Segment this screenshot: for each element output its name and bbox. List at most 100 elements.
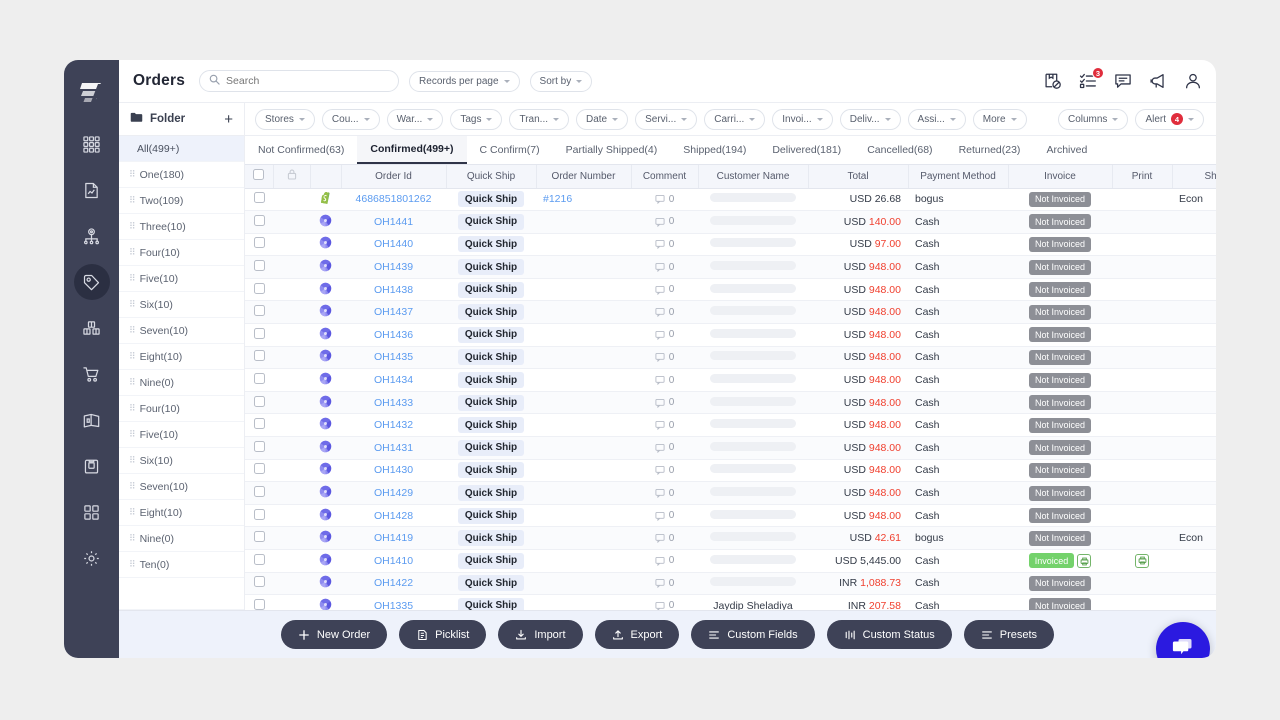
comment-count[interactable]: 0 <box>638 465 691 476</box>
invoice-cell[interactable]: Not Invoiced <box>1008 188 1112 212</box>
folder-item[interactable]: ⠿ Four(10) <box>119 396 244 422</box>
quick-ship-button[interactable]: Quick Ship <box>457 236 525 253</box>
print-cell[interactable] <box>1112 504 1172 528</box>
order-id-cell[interactable]: OH1428 <box>341 504 446 528</box>
quick-ship-cell[interactable]: Quick Ship <box>446 278 536 302</box>
invoice-cell[interactable]: Not Invoiced <box>1008 368 1112 392</box>
table-row[interactable]: 4686851801262 Quick Ship #1216 0 USD 26.68 bo… <box>245 188 1216 212</box>
comment-cell[interactable]: 0 <box>631 504 698 528</box>
tab-returned[interactable]: Returned(23) <box>946 136 1034 164</box>
th-total[interactable]: Total <box>808 165 909 189</box>
row-checkbox[interactable] <box>253 237 265 249</box>
drag-handle-icon[interactable]: ⠿ <box>129 222 136 231</box>
invoice-cell[interactable]: Not Invoiced <box>1008 210 1112 234</box>
invoice-status-badge[interactable]: Not Invoiced <box>1028 214 1092 230</box>
comment-count[interactable]: 0 <box>638 600 691 610</box>
order-id-cell[interactable]: OH1439 <box>341 255 446 279</box>
row-checkbox-cell[interactable] <box>245 549 273 573</box>
comment-count[interactable]: 0 <box>638 307 691 318</box>
invoice-cell[interactable]: Not Invoiced <box>1008 504 1112 528</box>
invoice-cell[interactable]: Not Invoiced <box>1008 300 1112 325</box>
table-row[interactable]: OH1419 Quick Ship 0 USD 42.61 bogus Not Invoi… <box>245 526 1216 550</box>
order-id-cell[interactable]: OH1429 <box>341 481 446 505</box>
invoice-status-badge[interactable]: Not Invoiced <box>1028 462 1092 478</box>
tab-delivered[interactable]: Delivered(181) <box>759 136 854 164</box>
row-checkbox-cell[interactable] <box>245 391 273 415</box>
invoice-status-badge[interactable]: Not Invoiced <box>1028 485 1092 501</box>
order-id-cell[interactable]: OH1419 <box>341 526 446 550</box>
nav-reports-icon[interactable] <box>74 172 110 208</box>
print-cell[interactable] <box>1112 255 1172 279</box>
table-row[interactable]: OH1429 Quick Ship 0 USD 948.00 Cash Not Invoi… <box>245 481 1216 505</box>
select-all-checkbox[interactable] <box>253 169 265 181</box>
comment-count[interactable]: 0 <box>638 375 691 386</box>
table-row[interactable]: OH1437 Quick Ship 0 USD 948.00 Cash Not Invoi… <box>245 300 1216 325</box>
order-id-link[interactable]: OH1437 <box>374 306 413 318</box>
row-checkbox-cell[interactable] <box>245 323 273 347</box>
order-id-link[interactable]: OH1422 <box>374 577 413 589</box>
folder-item[interactable]: ⠿ Six(10) <box>119 448 244 474</box>
order-id-cell[interactable]: OH1438 <box>341 278 446 302</box>
comment-count[interactable]: 0 <box>638 262 691 273</box>
comment-cell[interactable]: 0 <box>631 368 698 392</box>
table-row[interactable]: OH1433 Quick Ship 0 USD 948.00 Cash Not Invoi… <box>245 391 1216 415</box>
folder-item[interactable]: ⠿ Seven(10) <box>119 318 244 344</box>
order-id-link[interactable]: OH1441 <box>374 216 413 228</box>
comment-cell[interactable]: 0 <box>631 233 698 257</box>
invoice-status-badge[interactable]: Not Invoiced <box>1028 530 1092 546</box>
table-row[interactable]: OH1410 Quick Ship 0 USD 5,445.00 Cash Invoice… <box>245 549 1216 573</box>
invoice-cell[interactable]: Not Invoiced <box>1008 413 1112 438</box>
invoice-status-badge[interactable]: Not Invoiced <box>1028 259 1092 275</box>
row-checkbox[interactable] <box>253 192 265 204</box>
quick-ship-button[interactable]: Quick Ship <box>457 259 525 276</box>
invoice-cell[interactable]: Not Invoiced <box>1008 459 1112 483</box>
comment-cell[interactable]: 0 <box>631 549 698 573</box>
table-row[interactable]: OH1436 Quick Ship 0 USD 948.00 Cash Not Invoi… <box>245 323 1216 347</box>
filter-chip-deliv-[interactable]: Deliv... <box>839 108 901 130</box>
th-ship[interactable]: Ship <box>1172 165 1216 189</box>
order-id-link[interactable]: OH1430 <box>374 464 413 476</box>
table-row[interactable]: OH1422 Quick Ship 0 INR 1,088.73 Cash Not Inv… <box>245 572 1216 596</box>
invoice-status-badge[interactable]: Not Invoiced <box>1028 304 1092 320</box>
table-row[interactable]: OH1435 Quick Ship 0 USD 948.00 Cash Not Invoi… <box>245 346 1216 370</box>
invoice-cell[interactable]: Not Invoiced <box>1008 594 1112 610</box>
invoice-cell[interactable]: Not Invoiced <box>1008 526 1112 550</box>
folder-item[interactable]: ⠿ Ten(0) <box>119 552 244 578</box>
order-id-link[interactable]: OH1440 <box>374 238 413 250</box>
print-cell[interactable] <box>1112 233 1172 257</box>
package-cancel-icon[interactable] <box>1044 72 1062 90</box>
invoice-status-badge[interactable]: Not Invoiced <box>1028 417 1092 433</box>
print-cell[interactable] <box>1112 278 1172 302</box>
comment-cell[interactable]: 0 <box>631 481 698 505</box>
nav-cart-icon[interactable] <box>74 356 110 392</box>
print-cell[interactable] <box>1112 572 1172 596</box>
print-cell[interactable] <box>1112 323 1172 347</box>
comment-count[interactable]: 0 <box>638 194 691 205</box>
chat-icon[interactable] <box>1114 72 1132 90</box>
order-id-link[interactable]: OH1428 <box>374 510 413 522</box>
table-row[interactable]: OH1434 Quick Ship 0 USD 948.00 Cash Not Invoi… <box>245 368 1216 392</box>
print-cell[interactable] <box>1112 594 1172 610</box>
comment-cell[interactable]: 0 <box>631 413 698 438</box>
row-checkbox[interactable] <box>253 440 265 452</box>
comment-cell[interactable]: 0 <box>631 459 698 483</box>
th-comment[interactable]: Comment <box>631 165 699 189</box>
comment-count[interactable]: 0 <box>638 510 691 521</box>
quick-ship-cell[interactable]: Quick Ship <box>446 436 536 460</box>
quick-ship-button[interactable]: Quick Ship <box>457 597 525 610</box>
invoice-status-badge[interactable]: Not Invoiced <box>1028 598 1092 610</box>
order-id-cell[interactable]: OH1432 <box>341 413 446 438</box>
quick-ship-button[interactable]: Quick Ship <box>457 213 525 230</box>
row-checkbox-cell[interactable] <box>245 233 273 257</box>
tab-partially-shipped[interactable]: Partially Shipped(4) <box>553 136 671 164</box>
task-list-icon[interactable]: 3 <box>1079 67 1104 90</box>
search-input[interactable] <box>226 75 390 87</box>
invoice-status-badge[interactable]: Not Invoiced <box>1028 349 1092 365</box>
order-id-cell[interactable]: OH1431 <box>341 436 446 460</box>
th-quick-ship[interactable]: Quick Ship <box>446 165 537 189</box>
invoice-cell[interactable]: Not Invoiced <box>1008 233 1112 257</box>
row-checkbox-cell[interactable] <box>245 526 273 550</box>
print-cell[interactable] <box>1112 413 1172 438</box>
drag-handle-icon[interactable]: ⠿ <box>129 404 136 413</box>
filter-chip-war-[interactable]: War... <box>386 108 444 130</box>
